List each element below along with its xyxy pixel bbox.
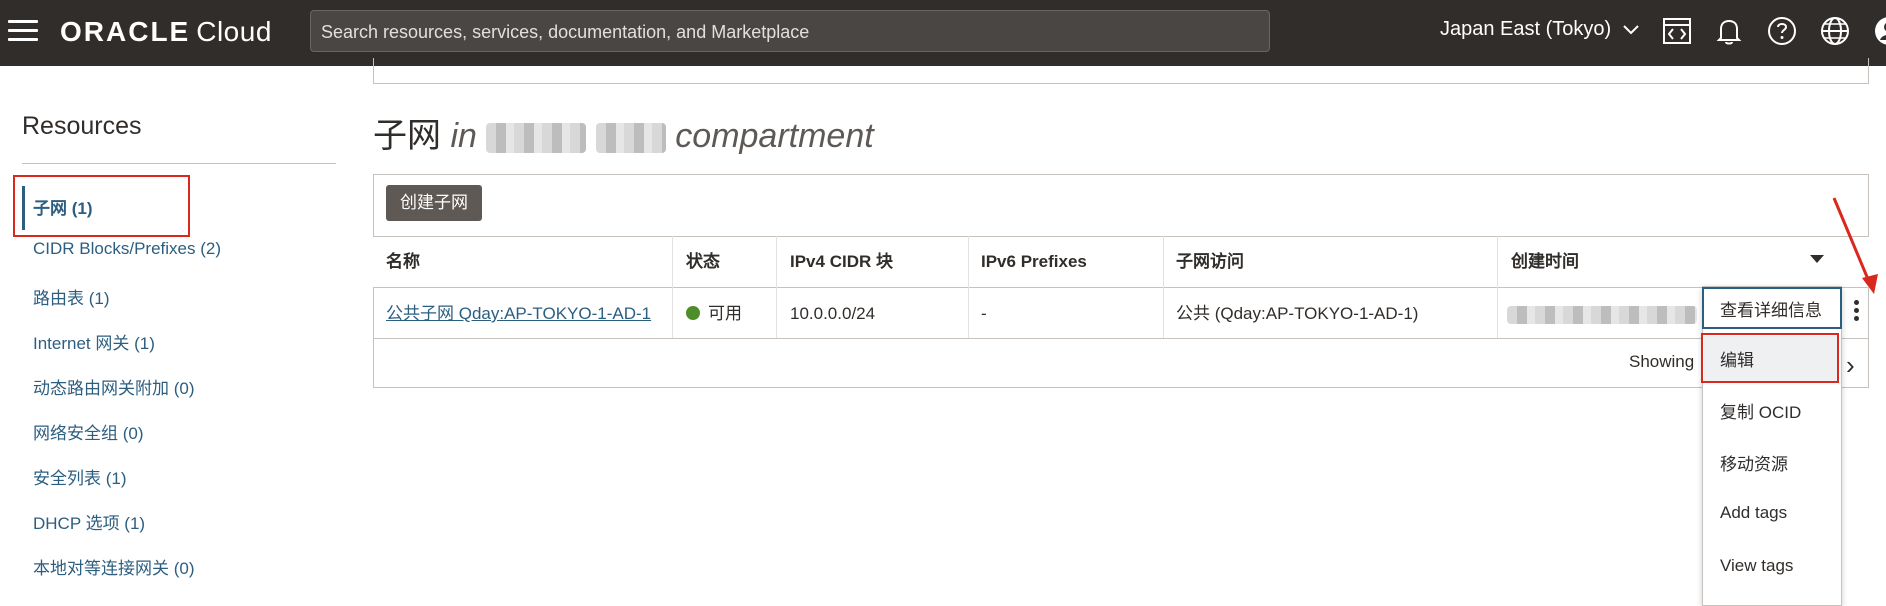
redacted-created-time	[1507, 305, 1697, 324]
column-divider	[776, 236, 777, 338]
column-header-ipv4[interactable]: IPv4 CIDR 块	[790, 236, 893, 288]
sidebar-item-route-tables[interactable]: 路由表 (1)	[33, 284, 110, 309]
logo-oracle-text: ORACLE	[60, 16, 191, 47]
column-header-name[interactable]: 名称	[386, 236, 420, 288]
status-label: 可用	[708, 304, 742, 323]
globe-icon[interactable]	[1818, 14, 1852, 48]
column-header-created[interactable]: 创建时间	[1511, 236, 1579, 288]
chevron-down-icon	[1623, 25, 1639, 35]
help-icon[interactable]	[1765, 14, 1799, 48]
status-available-icon	[686, 306, 700, 320]
annotation-arrow-icon	[1832, 197, 1878, 294]
sidebar-item-cidr-blocks[interactable]: CIDR Blocks/Prefixes (2)	[33, 239, 221, 259]
redacted-compartment-name	[486, 123, 587, 154]
search-input[interactable]: Search resources, services, documentatio…	[310, 10, 1270, 52]
code-editor-icon[interactable]	[1660, 14, 1694, 48]
menu-item-view-details[interactable]: 查看详细信息	[1720, 296, 1822, 321]
highlight-box-edit	[1701, 333, 1839, 383]
menu-item-copy-ocid[interactable]: 复制 OCID	[1720, 398, 1801, 423]
resources-heading: Resources	[22, 112, 142, 140]
page-title-text: 子网	[373, 117, 441, 155]
table-header	[373, 236, 1869, 288]
column-header-access[interactable]: 子网访问	[1176, 236, 1244, 288]
column-header-ipv6[interactable]: IPv6 Prefixes	[981, 236, 1087, 288]
menu-icon[interactable]	[8, 18, 38, 44]
oracle-cloud-logo[interactable]: ORACLE Cloud	[60, 16, 272, 48]
column-divider	[1163, 236, 1164, 338]
avatar-icon[interactable]	[1872, 14, 1886, 48]
sidebar-item-drg-attachments[interactable]: 动态路由网关附加 (0)	[33, 374, 195, 399]
previous-panel-edge	[373, 58, 1869, 84]
column-divider	[968, 236, 969, 338]
create-subnet-button[interactable]: 创建子网	[386, 185, 482, 221]
region-selector[interactable]: Japan East (Tokyo)	[1440, 18, 1639, 41]
divider	[22, 163, 336, 164]
page-title: 子网 in compartment	[373, 108, 874, 157]
subnet-status: 可用	[686, 290, 742, 338]
subnet-access: 公共 (Qday:AP-TOKYO-1-AD-1)	[1176, 304, 1419, 323]
subnet-created-time	[1507, 290, 1697, 338]
redacted-compartment-name	[595, 123, 666, 154]
subnet-ipv6-prefixes: -	[981, 304, 987, 323]
menu-item-move-resource[interactable]: 移动资源	[1720, 450, 1788, 475]
sidebar-item-local-peering-gateways[interactable]: 本地对等连接网关 (0)	[33, 554, 195, 579]
column-divider	[1497, 236, 1498, 338]
menu-item-view-tags[interactable]: View tags	[1720, 556, 1793, 576]
top-navigation-bar: ORACLE Cloud Search resources, services, …	[0, 0, 1886, 66]
row-actions-kebab-icon[interactable]	[1854, 300, 1860, 322]
region-label: Japan East (Tokyo)	[1440, 18, 1612, 40]
row-divider	[373, 338, 1869, 339]
pagination-status: Showing	[1629, 352, 1695, 371]
sidebar-item-network-security-groups[interactable]: 网络安全组 (0)	[33, 419, 144, 444]
menu-item-add-tags[interactable]: Add tags	[1720, 503, 1787, 523]
page-title-in: in	[450, 117, 477, 155]
subnet-ipv4-cidr: 10.0.0.0/24	[790, 304, 876, 323]
page-title-compartment: compartment	[675, 117, 874, 155]
sidebar-item-internet-gateways[interactable]: Internet 网关 (1)	[33, 329, 155, 354]
subnet-name-link[interactable]: 公共子网 Qday:AP-TOKYO-1-AD-1	[386, 290, 651, 338]
bell-icon[interactable]	[1712, 14, 1746, 48]
chevron-right-icon[interactable]: ›	[1846, 350, 1855, 381]
column-header-state[interactable]: 状态	[686, 236, 720, 288]
logo-cloud-text: Cloud	[196, 16, 272, 47]
sidebar-item-dhcp-options[interactable]: DHCP 选项 (1)	[33, 509, 145, 534]
sidebar-item-security-lists[interactable]: 安全列表 (1)	[33, 464, 127, 489]
sort-descending-icon[interactable]	[1810, 255, 1824, 263]
highlight-box-subnets	[13, 175, 190, 237]
column-divider	[672, 236, 673, 338]
